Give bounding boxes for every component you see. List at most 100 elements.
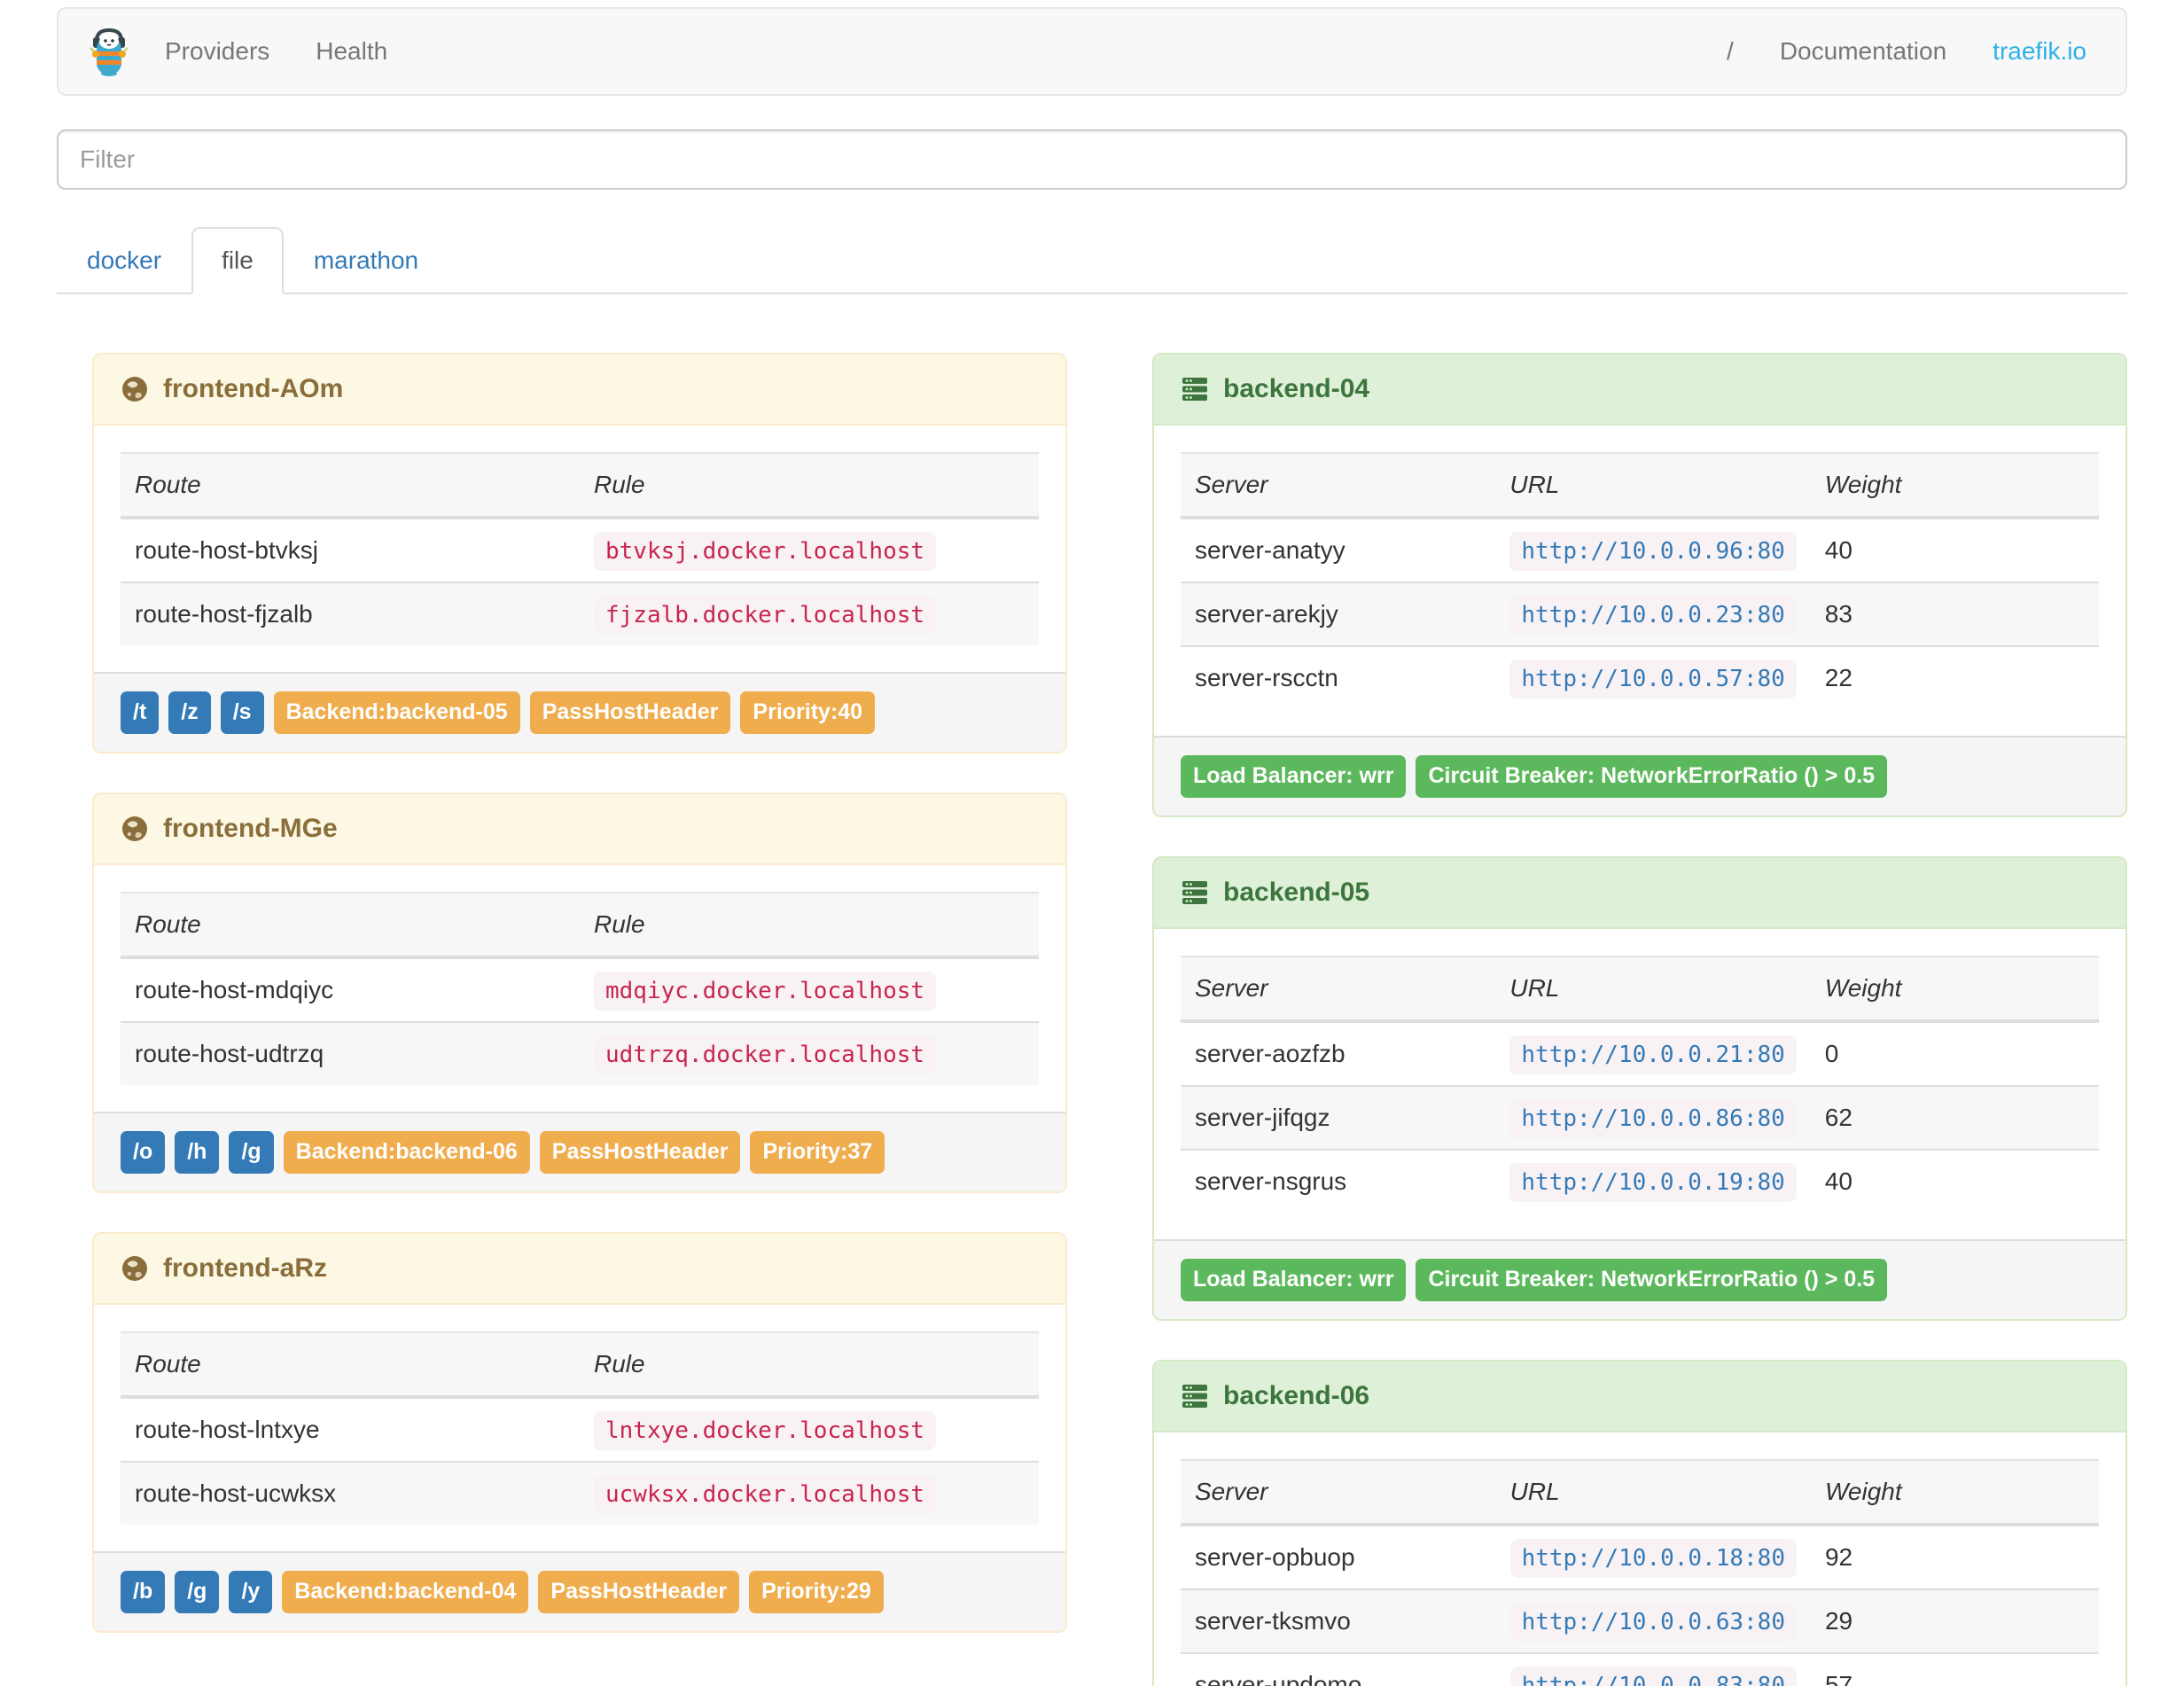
rule-column-header: Rule — [580, 892, 1039, 959]
backend-card: backend-05 Server URL Weight server-aozf… — [1152, 856, 2127, 1321]
route-rule: btvksj.docker.localhost — [594, 532, 937, 571]
server-row: server-nsgrus http://10.0.0.19:80 40 — [1181, 1149, 2099, 1213]
server-url[interactable]: http://10.0.0.23:80 — [1509, 596, 1797, 635]
nav-slash[interactable]: / — [1704, 37, 1757, 66]
backend-card: backend-06 Server URL Weight server-opbu… — [1152, 1360, 2127, 1686]
filter-bar — [57, 129, 2127, 190]
server-row: server-updomo http://10.0.0.83:80 57 — [1181, 1652, 2099, 1686]
servers-header-row: Server URL Weight — [1181, 956, 2099, 1023]
server-url[interactable]: http://10.0.0.57:80 — [1509, 660, 1797, 699]
tab-file[interactable]: file — [191, 227, 284, 294]
route-name: route-host-lntxye — [121, 1396, 580, 1462]
weight-column-header: Weight — [1810, 956, 2099, 1023]
server-url[interactable]: http://10.0.0.86:80 — [1509, 1099, 1797, 1138]
tab-marathon[interactable]: marathon — [284, 227, 448, 294]
passhostheader-badge: PassHostHeader — [538, 1571, 740, 1613]
server-name: server-tksmvo — [1181, 1588, 1496, 1653]
filter-input[interactable] — [57, 129, 2127, 190]
frontend-card-header: frontend-aRz — [94, 1234, 1065, 1305]
server-row: server-arekjy http://10.0.0.23:80 83 — [1181, 582, 2099, 646]
entrypoint-badge: /b — [121, 1571, 166, 1613]
traefik-logo-icon — [89, 27, 129, 76]
cards-row: frontend-AOm Route Rule route-host-btvks… — [57, 353, 2127, 1686]
backend-card-body: Server URL Weight server-opbuop http://1… — [1154, 1432, 2126, 1686]
route-name: route-host-fjzalb — [121, 582, 580, 645]
route-column-header: Route — [121, 892, 580, 959]
server-url[interactable]: http://10.0.0.63:80 — [1509, 1603, 1797, 1642]
nav-health[interactable]: Health — [292, 37, 410, 66]
traefik-brand[interactable] — [74, 27, 142, 76]
priority-badge: Priority:37 — [750, 1131, 885, 1174]
route-row: route-host-btvksj btvksj.docker.localhos… — [121, 517, 1039, 582]
server-weight: 40 — [1810, 1149, 2099, 1213]
backend-card-header: backend-05 — [1154, 858, 2126, 929]
servers-header-row: Server URL Weight — [1181, 452, 2099, 519]
server-weight: 0 — [1810, 1020, 2099, 1086]
rule-column-header: Rule — [580, 452, 1039, 519]
routes-header-row: Route Rule — [121, 452, 1039, 519]
route-name: route-host-mdqiyc — [121, 956, 580, 1022]
backend-badge: Backend:backend-06 — [283, 1131, 530, 1174]
circuit-breaker-badge: Circuit Breaker: NetworkErrorRatio () > … — [1416, 755, 1888, 798]
server-name: server-anatyy — [1181, 517, 1496, 582]
backend-card-header: backend-04 — [1154, 355, 2126, 425]
servers-table: Server URL Weight server-opbuop http://1… — [1181, 1459, 2099, 1686]
server-weight: 29 — [1810, 1588, 2099, 1653]
server-column-header: Server — [1181, 1459, 1496, 1526]
traefik-dashboard: Providers Health / Documentation traefik… — [0, 0, 2184, 1686]
entrypoint-badge: /h — [175, 1131, 220, 1174]
priority-badge: Priority:29 — [749, 1571, 884, 1613]
load-balancer-badge: Load Balancer: wrr — [1181, 755, 1407, 798]
backend-card-footer: Load Balancer: wrr Circuit Breaker: Netw… — [1154, 736, 2126, 816]
route-name: route-host-ucwksx — [121, 1461, 580, 1525]
servers-header-row: Server URL Weight — [1181, 1459, 2099, 1526]
entrypoint-badge: /t — [121, 691, 160, 734]
globe-icon — [121, 375, 149, 403]
routes-table: Route Rule route-host-mdqiyc mdqiyc.dock… — [121, 892, 1039, 1085]
server-row: server-anatyy http://10.0.0.96:80 40 — [1181, 517, 2099, 582]
server-icon — [1181, 375, 1209, 403]
nav-traefik-io[interactable]: traefik.io — [1970, 37, 2110, 66]
server-weight: 92 — [1810, 1524, 2099, 1589]
server-url[interactable]: http://10.0.0.19:80 — [1509, 1163, 1797, 1202]
frontend-card-body: Route Rule route-host-mdqiyc mdqiyc.dock… — [94, 865, 1065, 1112]
server-url[interactable]: http://10.0.0.21:80 — [1509, 1035, 1797, 1074]
server-name: server-rscctn — [1181, 645, 1496, 709]
circuit-breaker-badge: Circuit Breaker: NetworkErrorRatio () > … — [1416, 1259, 1888, 1301]
route-row: route-host-fjzalb fjzalb.docker.localhos… — [121, 582, 1039, 645]
backend-card-header: backend-06 — [1154, 1362, 2126, 1432]
nav-providers[interactable]: Providers — [142, 37, 292, 66]
server-row: server-jifqgz http://10.0.0.86:80 62 — [1181, 1085, 2099, 1150]
backend-card-footer: Load Balancer: wrr Circuit Breaker: Netw… — [1154, 1239, 2126, 1319]
frontend-card-footer: /b /g /y Backend:backend-04 PassHostHead… — [94, 1551, 1065, 1631]
routes-header-row: Route Rule — [121, 1331, 1039, 1399]
frontend-card-body: Route Rule route-host-btvksj btvksj.dock… — [94, 425, 1065, 672]
nav-documentation[interactable]: Documentation — [1757, 37, 1970, 66]
server-name: server-jifqgz — [1181, 1085, 1496, 1150]
url-column-header: URL — [1495, 956, 1811, 1023]
server-icon — [1181, 878, 1209, 907]
weight-column-header: Weight — [1810, 452, 2099, 519]
backends-column: backend-04 Server URL Weight server-anat… — [1152, 353, 2127, 1686]
server-url[interactable]: http://10.0.0.83:80 — [1509, 1666, 1797, 1686]
server-name: server-aozfzb — [1181, 1020, 1496, 1086]
url-column-header: URL — [1495, 452, 1811, 519]
server-icon — [1181, 1382, 1209, 1410]
tab-docker[interactable]: docker — [57, 227, 191, 294]
frontend-card-footer: /t /z /s Backend:backend-05 PassHostHead… — [94, 672, 1065, 752]
route-column-header: Route — [121, 452, 580, 519]
provider-tabs: docker file marathon — [57, 227, 2127, 294]
frontend-card-header: frontend-AOm — [94, 355, 1065, 425]
route-rule: mdqiyc.docker.localhost — [594, 972, 937, 1011]
frontend-card-body: Route Rule route-host-lntxye lntxye.dock… — [94, 1305, 1065, 1551]
server-name: server-opbuop — [1181, 1524, 1496, 1589]
server-url[interactable]: http://10.0.0.96:80 — [1509, 532, 1797, 571]
server-weight: 57 — [1810, 1652, 2099, 1686]
backend-title: backend-04 — [1223, 374, 1370, 403]
routes-table: Route Rule route-host-btvksj btvksj.dock… — [121, 452, 1039, 645]
entrypoint-badge: /z — [168, 691, 211, 734]
route-row: route-host-udtrzq udtrzq.docker.localhos… — [121, 1021, 1039, 1085]
route-rule: ucwksx.docker.localhost — [594, 1475, 937, 1514]
server-url[interactable]: http://10.0.0.18:80 — [1509, 1539, 1797, 1578]
passhostheader-badge: PassHostHeader — [529, 691, 731, 734]
